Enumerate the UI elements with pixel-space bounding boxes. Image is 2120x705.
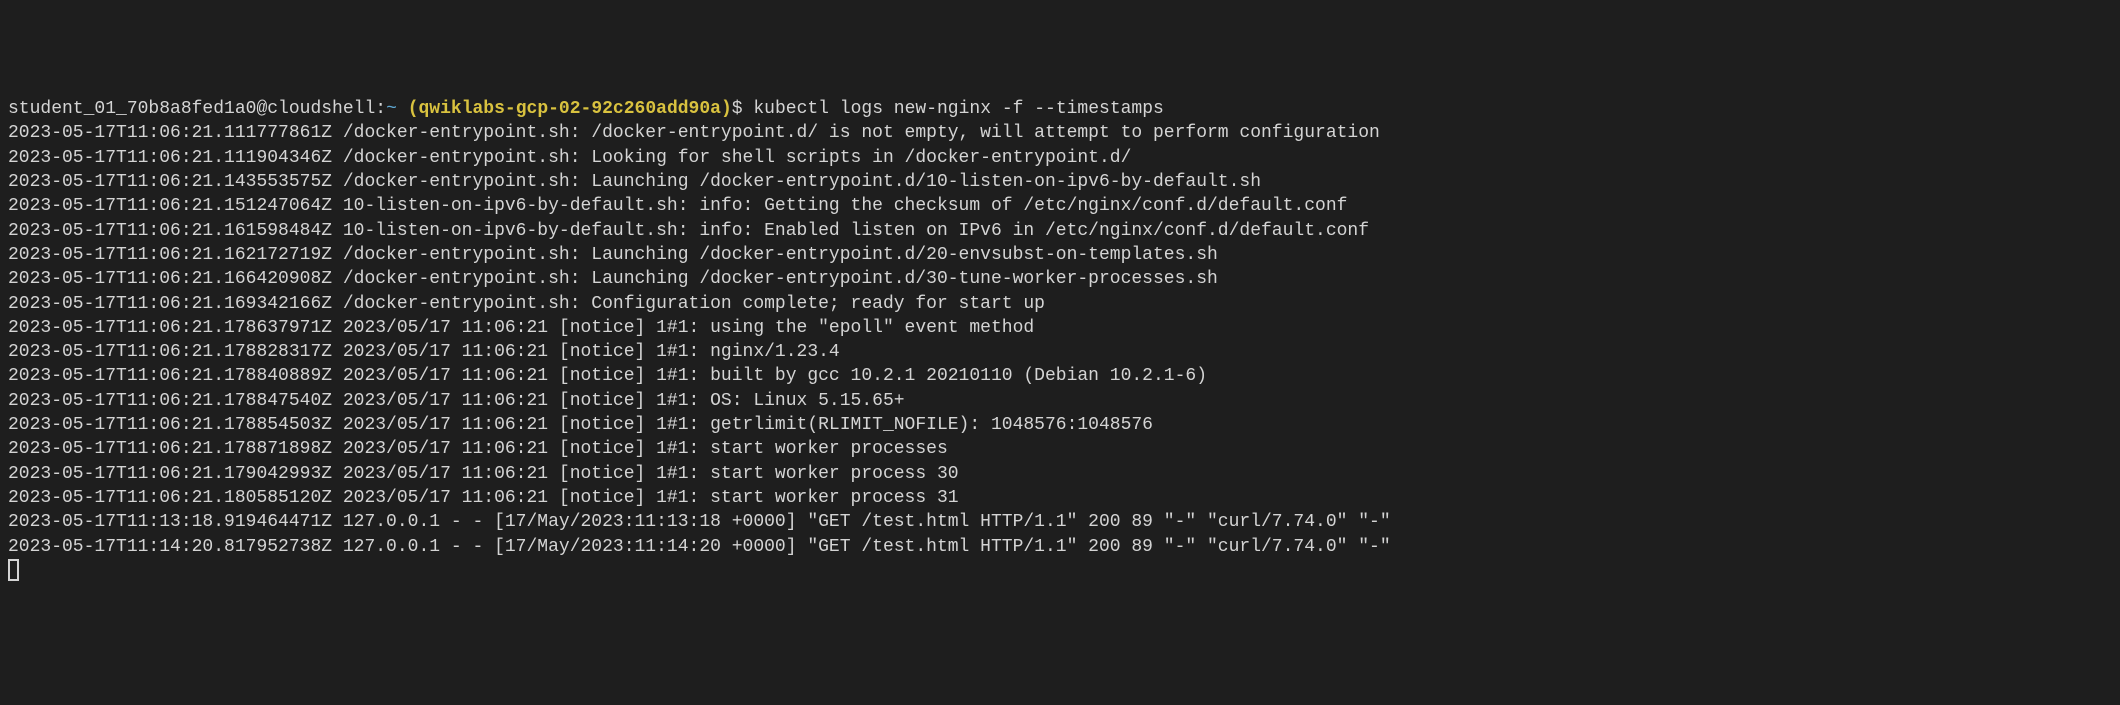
prompt-dollar: $ [732, 99, 754, 119]
log-line: 2023-05-17T11:06:21.178637971Z 2023/05/1… [8, 316, 2112, 340]
log-line: 2023-05-17T11:06:21.169342166Z /docker-e… [8, 292, 2112, 316]
prompt-separator: : [375, 99, 386, 119]
terminal-output[interactable]: student_01_70b8a8fed1a0@cloudshell:~ (qw… [8, 97, 2112, 583]
log-line: 2023-05-17T11:06:21.162172719Z /docker-e… [8, 243, 2112, 267]
project-id: qwiklabs-gcp-02-92c260add90a [419, 99, 721, 119]
log-line: 2023-05-17T11:14:20.817952738Z 127.0.0.1… [8, 535, 2112, 559]
log-line: 2023-05-17T11:06:21.178854503Z 2023/05/1… [8, 413, 2112, 437]
cursor-icon [8, 559, 19, 581]
project-open: ( [397, 99, 419, 119]
log-line: 2023-05-17T11:06:21.179042993Z 2023/05/1… [8, 462, 2112, 486]
log-line: 2023-05-17T11:06:21.151247064Z 10-listen… [8, 194, 2112, 218]
log-line: 2023-05-17T11:06:21.143553575Z /docker-e… [8, 170, 2112, 194]
cursor-line [8, 561, 19, 581]
prompt-line: student_01_70b8a8fed1a0@cloudshell:~ (qw… [8, 97, 2112, 121]
log-line: 2023-05-17T11:06:21.111777861Z /docker-e… [8, 121, 2112, 145]
log-line: 2023-05-17T11:06:21.166420908Z /docker-e… [8, 267, 2112, 291]
log-line: 2023-05-17T11:06:21.161598484Z 10-listen… [8, 219, 2112, 243]
log-line: 2023-05-17T11:06:21.178847540Z 2023/05/1… [8, 389, 2112, 413]
log-line: 2023-05-17T11:06:21.180585120Z 2023/05/1… [8, 486, 2112, 510]
prompt-path: ~ [386, 99, 397, 119]
log-line: 2023-05-17T11:06:21.178840889Z 2023/05/1… [8, 364, 2112, 388]
log-line: 2023-05-17T11:06:21.111904346Z /docker-e… [8, 146, 2112, 170]
log-line: 2023-05-17T11:06:21.178828317Z 2023/05/1… [8, 340, 2112, 364]
log-line: 2023-05-17T11:13:18.919464471Z 127.0.0.1… [8, 510, 2112, 534]
user-host: student_01_70b8a8fed1a0@cloudshell [8, 99, 375, 119]
project-close: ) [721, 99, 732, 119]
command-text: kubectl logs new-nginx -f --timestamps [753, 99, 1163, 119]
log-line: 2023-05-17T11:06:21.178871898Z 2023/05/1… [8, 437, 2112, 461]
